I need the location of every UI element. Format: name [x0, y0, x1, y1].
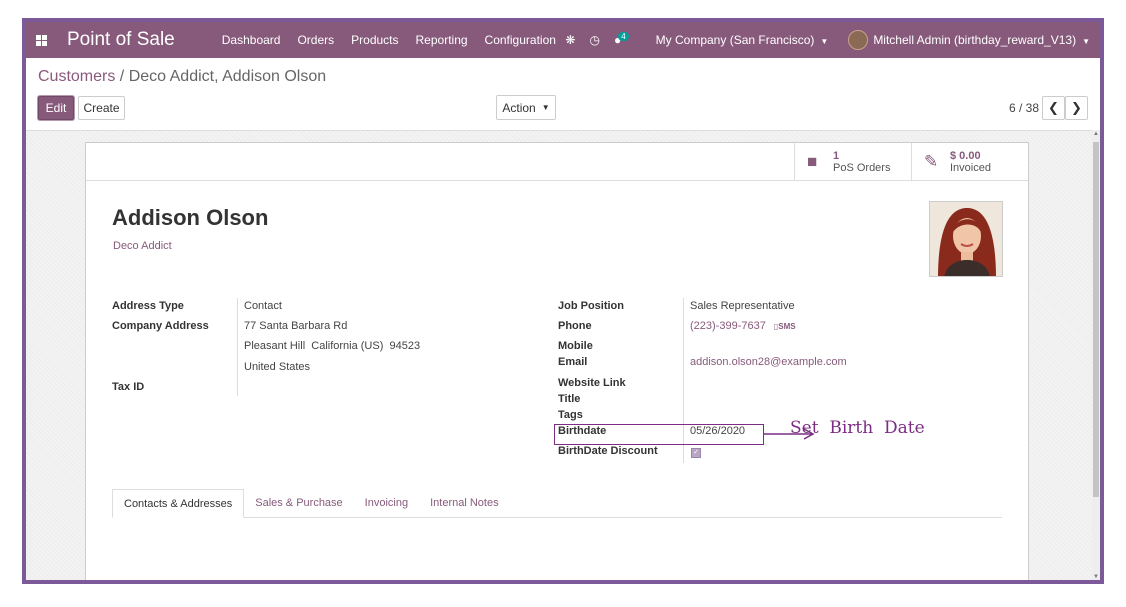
- apps-menu-icon[interactable]: [36, 34, 47, 46]
- caret-down-icon: ▼: [1082, 37, 1090, 46]
- odoo-app: Point of Sale Dashboard Orders Products …: [26, 22, 1100, 580]
- street-value[interactable]: 77 Santa Barbara Rd: [244, 320, 347, 332]
- mobile-label: Mobile: [558, 340, 593, 352]
- annotation-text: Set Birth Date: [790, 418, 925, 438]
- chevron-right-icon: ❯: [1071, 100, 1082, 115]
- app-title[interactable]: Point of Sale: [67, 29, 175, 51]
- phone-label: Phone: [558, 320, 592, 332]
- birthdate-discount-checkbox[interactable]: ✓: [691, 448, 701, 458]
- scrollbar[interactable]: ▲ ▼: [1092, 130, 1100, 580]
- user-avatar[interactable]: [848, 30, 869, 50]
- form-sheet: ■ 1 PoS Orders ✎ $ 0.00 Invoiced Addison O…: [85, 142, 1029, 580]
- top-navbar: Point of Sale Dashboard Orders Products …: [26, 22, 1100, 58]
- caret-down-icon: ▼: [820, 37, 829, 46]
- company-address-label: Company Address: [112, 320, 209, 332]
- navbar-systray: ❋ ◷ ●4 My Company (San Francisco) ▼ Mitch…: [565, 22, 1090, 58]
- caret-down-icon: ▼: [541, 103, 550, 112]
- scroll-down-icon[interactable]: ▼: [1093, 574, 1099, 580]
- tab-invoicing[interactable]: Invoicing: [354, 489, 419, 517]
- city-state-zip-value[interactable]: Pleasant Hill California (US) 94523: [244, 340, 420, 352]
- invoiced-button[interactable]: ✎ $ 0.00 Invoiced: [911, 143, 1028, 180]
- company-name: My Company (San Francisco): [655, 33, 815, 47]
- chat-icon[interactable]: ●4: [614, 32, 632, 47]
- invoiced-amount: $ 0.00: [950, 149, 981, 162]
- tab-contacts-addresses[interactable]: Contacts & Addresses: [112, 489, 245, 518]
- smart-button-box: ■ 1 PoS Orders ✎ $ 0.00 Invoiced: [794, 143, 1028, 181]
- chevron-left-icon: ❮: [1048, 100, 1059, 115]
- scroll-up-icon[interactable]: ▲: [1093, 131, 1099, 137]
- invoiced-label: Invoiced: [950, 161, 991, 174]
- pager-value[interactable]: 6 / 38: [1009, 101, 1039, 115]
- sms-label: SMS: [778, 322, 796, 331]
- left-separator: [237, 298, 238, 396]
- pos-orders-button[interactable]: ■ 1 PoS Orders: [794, 143, 911, 180]
- birthdate-discount-label: BirthDate Discount: [558, 445, 658, 457]
- chat-count-badge: 4: [618, 32, 629, 41]
- tab-sales-purchase[interactable]: Sales & Purchase: [244, 489, 353, 517]
- user-menu[interactable]: Mitchell Admin (birthday_reward_V13) ▼: [873, 33, 1090, 47]
- menu-reporting[interactable]: Reporting: [416, 33, 468, 47]
- email-value[interactable]: addison.olson28@example.com: [690, 356, 847, 368]
- partner-photo[interactable]: [929, 201, 1003, 277]
- job-position-value[interactable]: Sales Representative: [690, 300, 795, 312]
- breadcrumb-separator: /: [115, 68, 129, 85]
- birthdate-highlight-box: [554, 424, 764, 445]
- user-name: Mitchell Admin (birthday_reward_V13): [873, 33, 1077, 47]
- menu-orders[interactable]: Orders: [297, 33, 334, 47]
- bug-icon[interactable]: ❋: [565, 33, 575, 47]
- job-position-label: Job Position: [558, 300, 624, 312]
- breadcrumb-current: Deco Addict, Addison Olson: [128, 68, 327, 85]
- address-type-label: Address Type: [112, 300, 184, 312]
- main-menu: Dashboard Orders Products Reporting Conf…: [222, 33, 573, 47]
- menu-products[interactable]: Products: [351, 33, 398, 47]
- breadcrumb: Customers / Deco Addict, Addison Olson: [38, 68, 326, 86]
- pos-orders-count: 1: [833, 149, 840, 162]
- address-type-value[interactable]: Contact: [244, 300, 282, 312]
- title-label: Title: [558, 393, 581, 405]
- pager-previous-button[interactable]: ❮: [1042, 96, 1065, 120]
- clock-icon[interactable]: ◷: [589, 33, 599, 47]
- email-label: Email: [558, 356, 588, 368]
- shopping-bag-icon: ■: [807, 151, 818, 171]
- menu-configuration[interactable]: Configuration: [485, 33, 556, 47]
- pos-orders-label: PoS Orders: [833, 161, 891, 174]
- website-label: Website Link: [558, 377, 626, 389]
- tax-id-label: Tax ID: [112, 381, 145, 393]
- notebook-tabs: Contacts & Addresses Sales & Purchase In…: [112, 489, 1002, 518]
- sms-button[interactable]: ▯SMS: [774, 322, 796, 331]
- menu-dashboard[interactable]: Dashboard: [222, 33, 281, 47]
- pager-next-button[interactable]: ❯: [1065, 96, 1088, 120]
- pencil-square-icon: ✎: [924, 151, 939, 171]
- create-button[interactable]: Create: [78, 96, 125, 120]
- company-switcher[interactable]: My Company (San Francisco) ▼: [656, 33, 829, 47]
- parent-company-link[interactable]: Deco Addict: [113, 240, 172, 252]
- screenshot-frame: Point of Sale Dashboard Orders Products …: [22, 18, 1104, 584]
- edit-button[interactable]: Edit: [38, 96, 74, 120]
- scrollbar-thumb[interactable]: [1093, 142, 1099, 497]
- breadcrumb-customers[interactable]: Customers: [38, 68, 115, 85]
- partner-name[interactable]: Addison Olson: [112, 205, 268, 231]
- action-dropdown[interactable]: Action ▼: [496, 95, 556, 120]
- action-label: Action: [502, 100, 536, 115]
- phone-field[interactable]: (223)-399-7637 ▯SMS: [690, 320, 796, 332]
- tab-internal-notes[interactable]: Internal Notes: [419, 489, 509, 517]
- phone-value[interactable]: (223)-399-7637: [690, 320, 766, 332]
- tags-label: Tags: [558, 409, 583, 421]
- country-value[interactable]: United States: [244, 361, 310, 373]
